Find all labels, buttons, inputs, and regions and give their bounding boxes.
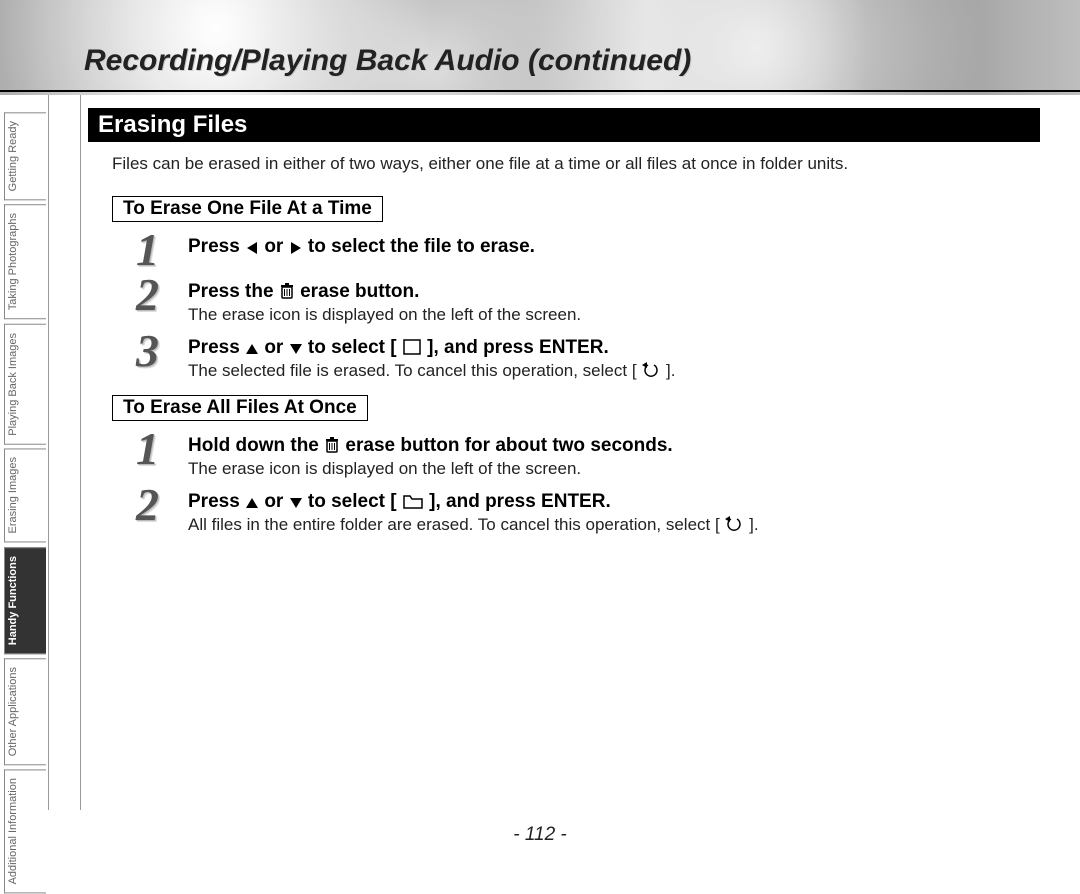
step-instruction: Press the erase button. bbox=[188, 281, 1040, 303]
step-number-icon: 2 bbox=[136, 277, 188, 314]
step-instruction: Press or to select [ ], and press ENTER. bbox=[188, 337, 1040, 359]
down-tri-icon bbox=[289, 338, 303, 357]
sidebar-tab[interactable]: Playing Back Images bbox=[4, 324, 46, 445]
section-intro: Files can be erased in either of two way… bbox=[112, 154, 1040, 174]
main-content: Erasing Files Files can be erased in eit… bbox=[88, 108, 1040, 543]
step-number-icon: 1 bbox=[136, 232, 188, 269]
sidebar-tab[interactable]: Other Applications bbox=[4, 658, 46, 765]
step-number-icon: 3 bbox=[136, 333, 188, 370]
blocks-container: To Erase One File At a Time1Press or to … bbox=[88, 190, 1040, 535]
step-instruction: Hold down the erase button for about two… bbox=[188, 435, 1040, 457]
sidebar-tab[interactable]: Handy Functions bbox=[4, 547, 46, 654]
folder-icon bbox=[402, 492, 424, 511]
step: 1Hold down the erase button for about tw… bbox=[136, 431, 1040, 479]
left-tri-icon bbox=[245, 237, 259, 256]
subsection-heading: To Erase All Files At Once bbox=[112, 395, 368, 421]
step: 2Press the erase button.The erase icon i… bbox=[136, 277, 1040, 325]
sidebar-tab[interactable]: Taking Photographs bbox=[4, 204, 46, 319]
step: 2Press or to select [ ], and press ENTER… bbox=[136, 487, 1040, 535]
step-note: The selected file is erased. To cancel t… bbox=[188, 361, 1040, 381]
margin-rule-2 bbox=[80, 95, 81, 810]
square-icon bbox=[402, 338, 422, 357]
up-tri-icon bbox=[245, 492, 259, 511]
subsection-heading: To Erase One File At a Time bbox=[112, 196, 383, 222]
step-note: The erase icon is displayed on the left … bbox=[188, 305, 1040, 325]
margin-rule-1 bbox=[48, 95, 49, 810]
down-tri-icon bbox=[289, 492, 303, 511]
section-banner: Erasing Files bbox=[88, 108, 1040, 142]
trash-icon bbox=[324, 436, 340, 455]
sidebar-tab[interactable]: Getting Ready bbox=[4, 112, 46, 200]
step-note: All files in the entire folder are erase… bbox=[188, 515, 1040, 535]
step-instruction: Press or to select [ ], and press ENTER. bbox=[188, 491, 1040, 513]
step: 1Press or to select the file to erase. bbox=[136, 232, 1040, 269]
header-divider bbox=[0, 90, 1080, 92]
step-number-icon: 2 bbox=[136, 487, 188, 524]
up-tri-icon bbox=[245, 338, 259, 357]
step-instruction: Press or to select the file to erase. bbox=[188, 236, 1040, 258]
step: 3Press or to select [ ], and press ENTER… bbox=[136, 333, 1040, 381]
sidebar-tabs: Getting ReadyTaking Photographs Playing B… bbox=[4, 112, 46, 894]
page-title: Recording/Playing Back Audio (continued) bbox=[84, 44, 691, 78]
cancel-icon bbox=[724, 516, 744, 534]
cancel-icon bbox=[641, 362, 661, 380]
step-note: The erase icon is displayed on the left … bbox=[188, 459, 1040, 479]
step-number-icon: 1 bbox=[136, 431, 188, 468]
trash-icon bbox=[279, 282, 295, 301]
right-tri-icon bbox=[289, 237, 303, 256]
sidebar-tab[interactable]: Erasing Images bbox=[4, 448, 46, 542]
page-number: - 112 - bbox=[0, 824, 1080, 846]
